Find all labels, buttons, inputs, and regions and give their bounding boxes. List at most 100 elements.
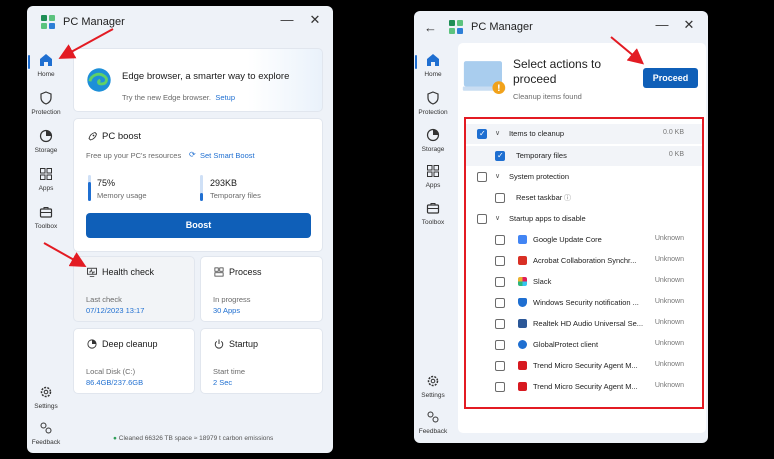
grid-icon bbox=[427, 165, 439, 177]
nav-label: Apps bbox=[38, 185, 54, 192]
minimize-icon[interactable]: — bbox=[277, 12, 297, 27]
nav-toolbox[interactable]: Toolbox bbox=[414, 200, 452, 226]
memory-usage-value: 75% bbox=[97, 178, 116, 188]
app-title: PC Manager bbox=[63, 16, 125, 28]
disk-icon bbox=[87, 339, 97, 349]
tile-value: 07/12/2023 13:17 bbox=[86, 306, 145, 315]
pc-manager-cleanup-window: ← PC Manager — ✕ Home Protection Storage… bbox=[414, 11, 708, 443]
carbon-footer: ● Cleaned 66326 TB space ≈ 18979 t carbo… bbox=[113, 435, 273, 442]
nav-label: Feedback bbox=[31, 439, 61, 446]
nav-storage[interactable]: Storage bbox=[27, 128, 65, 154]
nav-home[interactable]: Home bbox=[414, 52, 452, 78]
deep-cleanup-tile[interactable]: Deep cleanup Local Disk (C:) 86.4GB/237.… bbox=[73, 328, 195, 394]
nav-protection[interactable]: Protection bbox=[27, 90, 65, 116]
temp-files-value: 293KB bbox=[210, 178, 238, 188]
tile-label: In progress bbox=[213, 295, 251, 304]
sidebar: Home Protection Storage Apps Toolbox Set… bbox=[27, 42, 65, 453]
nav-label: Apps bbox=[425, 182, 441, 189]
edge-logo-icon bbox=[87, 68, 111, 92]
gear-icon bbox=[427, 375, 439, 387]
cleanup-header-subtitle: Cleanup items found bbox=[513, 92, 582, 101]
set-smart-boost-link[interactable]: Set Smart Boost bbox=[200, 151, 255, 160]
edge-card-subtitle-row: Try the new Edge browser. Setup bbox=[122, 87, 235, 105]
boost-button[interactable]: Boost bbox=[86, 213, 311, 238]
nav-apps[interactable]: Apps bbox=[27, 166, 65, 192]
footer-text: Cleaned 66326 TB space ≈ 18979 t carbon … bbox=[118, 435, 274, 442]
nav-label: Feedback bbox=[418, 428, 448, 435]
svg-text:!: ! bbox=[497, 83, 501, 93]
cleanup-header-title: Select actions to proceed bbox=[513, 57, 601, 87]
tile-title: Deep cleanup bbox=[102, 339, 158, 349]
close-icon[interactable]: ✕ bbox=[679, 17, 699, 33]
temp-files-label: Temporary files bbox=[210, 191, 261, 200]
nav-label: Protection bbox=[418, 109, 448, 116]
temp-files-fill bbox=[200, 193, 203, 201]
smart-boost-icon: ⟳ bbox=[189, 150, 196, 159]
edge-promo-card[interactable]: Edge browser, a smarter way to explore T… bbox=[73, 48, 323, 112]
home-icon bbox=[40, 54, 52, 66]
nav-settings[interactable]: Settings bbox=[27, 384, 65, 410]
nav-label: Home bbox=[424, 71, 442, 78]
edge-setup-link[interactable]: Setup bbox=[215, 93, 235, 102]
nav-label: Settings bbox=[34, 403, 58, 410]
nav-label: Home bbox=[37, 71, 55, 78]
nav-storage[interactable]: Storage bbox=[414, 127, 452, 153]
feedback-icon bbox=[40, 422, 52, 434]
nav-protection[interactable]: Protection bbox=[414, 90, 452, 116]
nav-label: Toolbox bbox=[34, 223, 58, 230]
temp-files-bar bbox=[200, 175, 203, 201]
nav-home[interactable]: Home bbox=[27, 52, 65, 78]
cleanup-header-line2: proceed bbox=[513, 72, 557, 86]
sidebar: Home Protection Storage Apps Toolbox Set… bbox=[414, 47, 452, 443]
highlight-box bbox=[464, 117, 704, 409]
tile-title: Health check bbox=[102, 267, 155, 277]
tile-value: 86.4GB/237.6GB bbox=[86, 378, 144, 387]
nav-label: Protection bbox=[31, 109, 61, 116]
toolbox-icon bbox=[426, 203, 440, 214]
tile-value: 2 Sec bbox=[213, 378, 233, 387]
tile-title: Process bbox=[229, 267, 262, 277]
nav-feedback[interactable]: Feedback bbox=[414, 409, 452, 435]
monitor-icon bbox=[87, 267, 97, 277]
tile-title: Startup bbox=[229, 339, 259, 349]
proceed-button[interactable]: Proceed bbox=[643, 68, 698, 88]
pc-manager-logo-icon bbox=[449, 20, 463, 34]
home-icon bbox=[427, 54, 439, 66]
back-arrow-icon[interactable]: ← bbox=[424, 20, 437, 35]
nav-label: Storage bbox=[421, 146, 445, 153]
leaf-icon: ● bbox=[113, 435, 117, 442]
pie-chart-icon bbox=[39, 129, 53, 143]
nav-settings[interactable]: Settings bbox=[414, 373, 452, 399]
tile-value: 30 Apps bbox=[213, 306, 241, 315]
grid-icon bbox=[40, 168, 52, 180]
shield-icon bbox=[40, 91, 52, 105]
memory-usage-label: Memory usage bbox=[97, 191, 147, 200]
title-bar: ← PC Manager — ✕ bbox=[414, 11, 708, 43]
startup-tile[interactable]: Startup Start time 2 Sec bbox=[200, 328, 323, 394]
power-icon bbox=[214, 339, 224, 349]
close-icon[interactable]: ✕ bbox=[305, 12, 325, 28]
nav-toolbox[interactable]: Toolbox bbox=[27, 204, 65, 230]
nav-apps[interactable]: Apps bbox=[414, 163, 452, 189]
rocket-icon bbox=[88, 132, 97, 141]
cleanup-header-line1: Select actions to bbox=[513, 57, 602, 71]
pc-boost-desc: Free up your PC's resources bbox=[86, 151, 182, 160]
tile-label: Start time bbox=[213, 367, 246, 376]
laptop-warning-icon: ! bbox=[462, 61, 506, 94]
minimize-icon[interactable]: — bbox=[652, 17, 672, 32]
process-icon bbox=[214, 267, 224, 277]
title-bar: PC Manager — ✕ bbox=[27, 6, 333, 38]
edge-card-title: Edge browser, a smarter way to explore bbox=[122, 71, 290, 82]
toolbox-icon bbox=[39, 207, 53, 218]
nav-feedback[interactable]: Feedback bbox=[27, 420, 65, 446]
pc-manager-home-window: PC Manager — ✕ Home Protection Storage A… bbox=[27, 6, 333, 453]
memory-usage-bar bbox=[88, 175, 91, 201]
pc-boost-title: PC boost bbox=[102, 131, 142, 142]
process-tile[interactable]: Process In progress 30 Apps bbox=[200, 256, 323, 322]
memory-usage-fill bbox=[88, 181, 91, 201]
nav-label: Settings bbox=[421, 392, 445, 399]
tile-label: Last check bbox=[86, 295, 122, 304]
pc-manager-logo-icon bbox=[41, 15, 55, 29]
health-check-tile[interactable]: Health check Last check 07/12/2023 13:17 bbox=[73, 256, 195, 322]
feedback-icon bbox=[427, 411, 439, 423]
